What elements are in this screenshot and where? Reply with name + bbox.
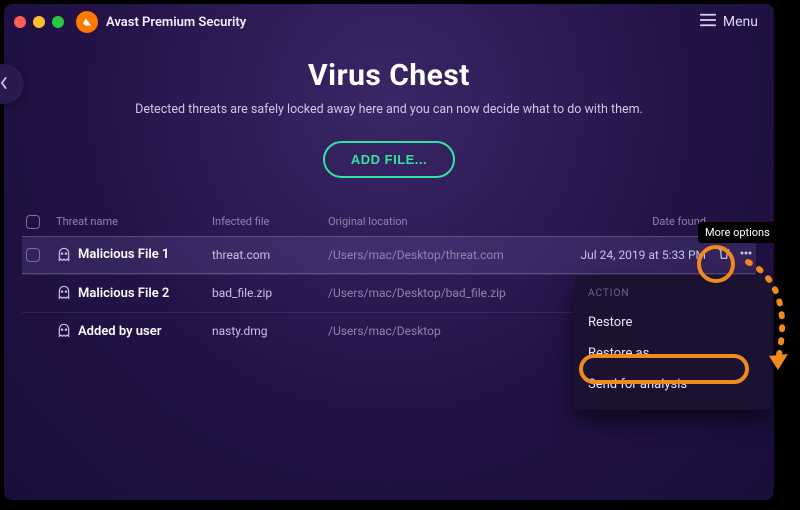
window-controls <box>14 16 64 28</box>
menu-label: Menu <box>723 14 758 30</box>
avast-logo-icon <box>76 11 98 33</box>
date-found: Jul 24, 2019 at 5:33 PM <box>534 248 710 262</box>
infected-file: bad_file.zip <box>212 286 322 300</box>
col-original-location: Original location <box>328 215 528 228</box>
hamburger-icon <box>699 13 717 31</box>
col-infected-file: Infected file <box>212 215 322 228</box>
more-icon <box>738 245 754 264</box>
original-location: /Users/mac/Desktop <box>328 324 528 338</box>
close-window-button[interactable] <box>14 16 26 28</box>
more-options-button[interactable] <box>738 246 754 264</box>
action-dropdown: ACTION Restore Restore as Send for analy… <box>574 276 772 410</box>
trash-icon <box>716 245 732 264</box>
infected-file: threat.com <box>212 248 322 262</box>
row-checkbox[interactable] <box>26 248 40 262</box>
app-title: Avast Premium Security <box>106 15 246 30</box>
select-all-checkbox[interactable] <box>26 215 40 229</box>
threat-icon <box>56 247 72 263</box>
col-threat-name: Threat name <box>56 215 206 228</box>
original-location: /Users/mac/Desktop/bad_file.zip <box>328 286 528 300</box>
threat-name: Malicious File 2 <box>78 286 169 301</box>
original-location: /Users/mac/Desktop/threat.com <box>328 248 528 262</box>
app-window: Avast Premium Security Menu Virus Chest … <box>4 4 774 500</box>
dropdown-item-send-for-analysis[interactable]: Send for analysis <box>574 369 772 400</box>
delete-button[interactable] <box>716 246 732 264</box>
threat-name: Added by user <box>78 324 161 339</box>
page-title: Virus Chest <box>4 58 774 93</box>
titlebar: Avast Premium Security Menu <box>4 4 774 40</box>
threat-icon <box>56 285 72 301</box>
table-header: Threat name Infected file Original locat… <box>22 208 756 236</box>
col-date-found: Date found <box>534 215 710 228</box>
menu-button[interactable]: Menu <box>693 9 764 35</box>
maximize-window-button[interactable] <box>52 16 64 28</box>
threat-icon <box>56 323 72 339</box>
minimize-window-button[interactable] <box>33 16 45 28</box>
threat-name: Malicious File 1 <box>78 247 169 262</box>
chevron-left-icon <box>0 75 11 94</box>
dropdown-item-restore[interactable]: Restore <box>574 307 772 338</box>
table-row[interactable]: Malicious File 1 threat.com /Users/mac/D… <box>22 236 756 274</box>
dropdown-header: ACTION <box>574 284 772 307</box>
more-options-tooltip: More options <box>698 222 777 243</box>
page-subtitle: Detected threats are safely locked away … <box>4 101 774 119</box>
dropdown-item-restore-as[interactable]: Restore as <box>574 338 772 369</box>
add-file-button[interactable]: ADD FILE... <box>323 141 455 178</box>
infected-file: nasty.dmg <box>212 324 322 338</box>
